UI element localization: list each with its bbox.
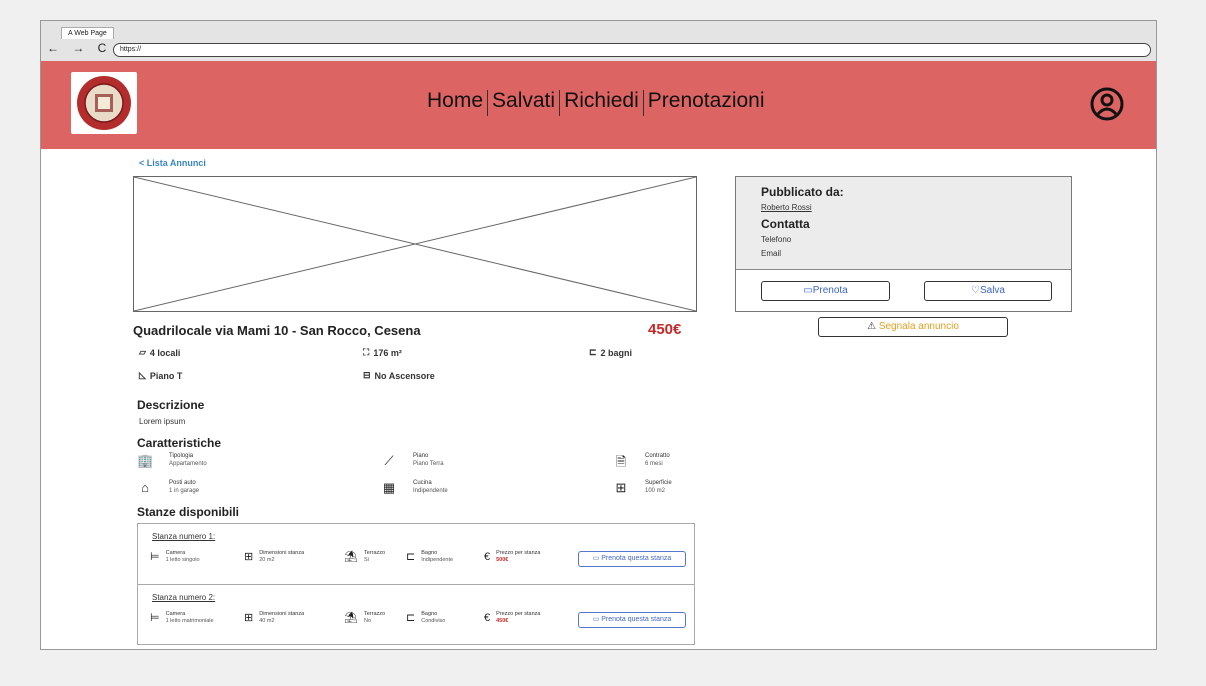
euro-icon: € bbox=[484, 550, 491, 563]
characteristic-item: ⊞ Superficie 100 m2 bbox=[613, 480, 672, 496]
bathtub-icon: ⊏ bbox=[589, 347, 597, 357]
url-bar[interactable]: https:// bbox=[113, 43, 1151, 57]
building-icon: 🏢 bbox=[137, 453, 154, 468]
room-dimensions: ⊞ Dimensioni stanza 40 m2 bbox=[244, 611, 305, 624]
email-label[interactable]: Email bbox=[761, 249, 781, 258]
room-dimensions: ⊞ Dimensioni stanza 20 m2 bbox=[244, 550, 305, 563]
book-button[interactable]: ▭Prenota bbox=[761, 281, 890, 301]
bed-icon: ⊨ bbox=[150, 612, 160, 624]
phone-label[interactable]: Telefono bbox=[761, 235, 791, 244]
room-price: € Prezzo per stanza 500€ bbox=[484, 550, 541, 563]
characteristic-item: ⌂ Posti auto 1 in garage bbox=[137, 480, 199, 495]
browser-nav-buttons[interactable]: ← → C bbox=[47, 41, 111, 55]
floor-icon: ◺ bbox=[139, 370, 146, 380]
room-card: Stanza numero 2: ⊨ Camera 1 letto matrimo… bbox=[138, 584, 694, 644]
rooms-list: Stanza numero 1: ⊨ Camera 1 letto singolo… bbox=[137, 523, 695, 645]
listing-image-placeholder[interactable] bbox=[133, 176, 697, 312]
room-camera: ⊨ Camera 1 letto singolo bbox=[150, 550, 200, 563]
nav-prenotazioni[interactable]: Prenotazioni bbox=[644, 89, 769, 116]
back-to-listings-link[interactable]: < Lista Annunci bbox=[139, 158, 206, 168]
description-heading: Descrizione bbox=[137, 398, 205, 412]
owner-panel: Pubblicato da: Roberto Rossi Contatta Te… bbox=[735, 176, 1072, 312]
umbrella-icon: ⛱ bbox=[344, 551, 358, 563]
feature-elevator: ⊟ No Ascensore bbox=[363, 370, 435, 381]
room-camera: ⊨ Camera 1 letto matrimoniale bbox=[150, 611, 214, 624]
room-title[interactable]: Stanza numero 1: bbox=[152, 532, 215, 541]
save-button[interactable]: ♡Salva bbox=[924, 281, 1052, 301]
nav-richiedi[interactable]: Richiedi bbox=[560, 89, 643, 116]
elevator-icon: ⊟ bbox=[363, 370, 371, 380]
user-account-icon[interactable] bbox=[1089, 86, 1125, 127]
calendar-icon: ▭ bbox=[803, 285, 813, 296]
book-room-button[interactable]: ▭ Prenota questa stanza bbox=[578, 612, 686, 628]
listing-title: Quadrilocale via Mami 10 - San Rocco, Ce… bbox=[133, 323, 421, 338]
heart-icon: ♡ bbox=[971, 285, 980, 296]
browser-chrome: A Web Page ← → C https:// bbox=[41, 21, 1156, 62]
characteristic-item: ▦ Cucina Indipendente bbox=[382, 480, 448, 495]
characteristic-item: ⟋ Piano Piano Terra bbox=[381, 453, 443, 469]
area-icon: ⛶ bbox=[363, 347, 370, 357]
characteristic-item: 🏢 Tipologia Appartamento bbox=[137, 453, 207, 468]
calendar-icon: ▭ bbox=[592, 555, 600, 562]
browser-window: A Web Page ← → C https:// Home Salvati R… bbox=[40, 20, 1157, 650]
contact-heading: Contatta bbox=[761, 217, 810, 231]
calendar-icon: ▭ bbox=[592, 616, 600, 623]
room-terrace: ⛱ Terrazzo Si bbox=[344, 550, 386, 563]
feature-bathrooms: ⊏ 2 bagni bbox=[589, 347, 633, 358]
bathtub-icon: ⊏ bbox=[406, 551, 416, 563]
description-text: Lorem ipsum bbox=[139, 417, 186, 426]
document-icon: 🗎 bbox=[615, 454, 627, 469]
feature-floor: ◺ Piano T bbox=[139, 370, 183, 381]
owner-info: Pubblicato da: Roberto Rossi Contatta Te… bbox=[736, 177, 1071, 270]
room-price: € Prezzo per stanza 450€ bbox=[484, 611, 541, 624]
site-header: Home Salvati Richiedi Prenotazioni bbox=[41, 61, 1156, 149]
umbrella-icon: ⛱ bbox=[344, 612, 358, 624]
area-icon: ⊞ bbox=[615, 480, 627, 495]
published-by-label: Pubblicato da: bbox=[761, 185, 844, 199]
main-nav: Home Salvati Richiedi Prenotazioni bbox=[423, 89, 769, 116]
feature-area: ⛶ 176 m² bbox=[363, 347, 402, 358]
bed-icon: ⊨ bbox=[150, 551, 160, 563]
bathtub-icon: ⊏ bbox=[406, 612, 416, 624]
book-room-button[interactable]: ▭ Prenota questa stanza bbox=[578, 551, 686, 567]
feature-rooms: ▱ 4 locali bbox=[139, 347, 181, 358]
garage-icon: ⌂ bbox=[141, 480, 149, 495]
kitchen-icon: ▦ bbox=[382, 480, 396, 495]
report-listing-button[interactable]: ⚠ Segnala annuncio bbox=[818, 317, 1008, 337]
owner-name-link[interactable]: Roberto Rossi bbox=[761, 203, 812, 212]
nav-salvati[interactable]: Salvati bbox=[488, 89, 559, 116]
room-card: Stanza numero 1: ⊨ Camera 1 letto singolo… bbox=[138, 524, 694, 583]
room-terrace: ⛱ Terrazzo No bbox=[344, 611, 386, 624]
characteristics-heading: Caratteristiche bbox=[137, 436, 222, 450]
room-title[interactable]: Stanza numero 2: bbox=[152, 593, 215, 602]
browser-tab[interactable]: A Web Page bbox=[61, 27, 114, 39]
area-icon: ⊞ bbox=[244, 551, 254, 563]
room-bathroom: ⊏ Bagno Indipendente bbox=[406, 550, 454, 563]
characteristic-item: 🗎 Contratto 6 mesi bbox=[613, 453, 670, 475]
rooms-icon: ▱ bbox=[139, 347, 146, 357]
listing-price: 450€ bbox=[648, 321, 682, 338]
room-bathroom: ⊏ Bagno Condiviso bbox=[406, 611, 446, 624]
euro-icon: € bbox=[484, 611, 491, 624]
area-icon: ⊞ bbox=[244, 612, 254, 624]
nav-home[interactable]: Home bbox=[423, 89, 487, 116]
university-logo[interactable] bbox=[71, 72, 137, 134]
warning-icon: ⚠ bbox=[867, 321, 877, 332]
rooms-heading: Stanze disponibili bbox=[137, 505, 240, 519]
stairs-icon: ⟋ bbox=[384, 453, 394, 468]
